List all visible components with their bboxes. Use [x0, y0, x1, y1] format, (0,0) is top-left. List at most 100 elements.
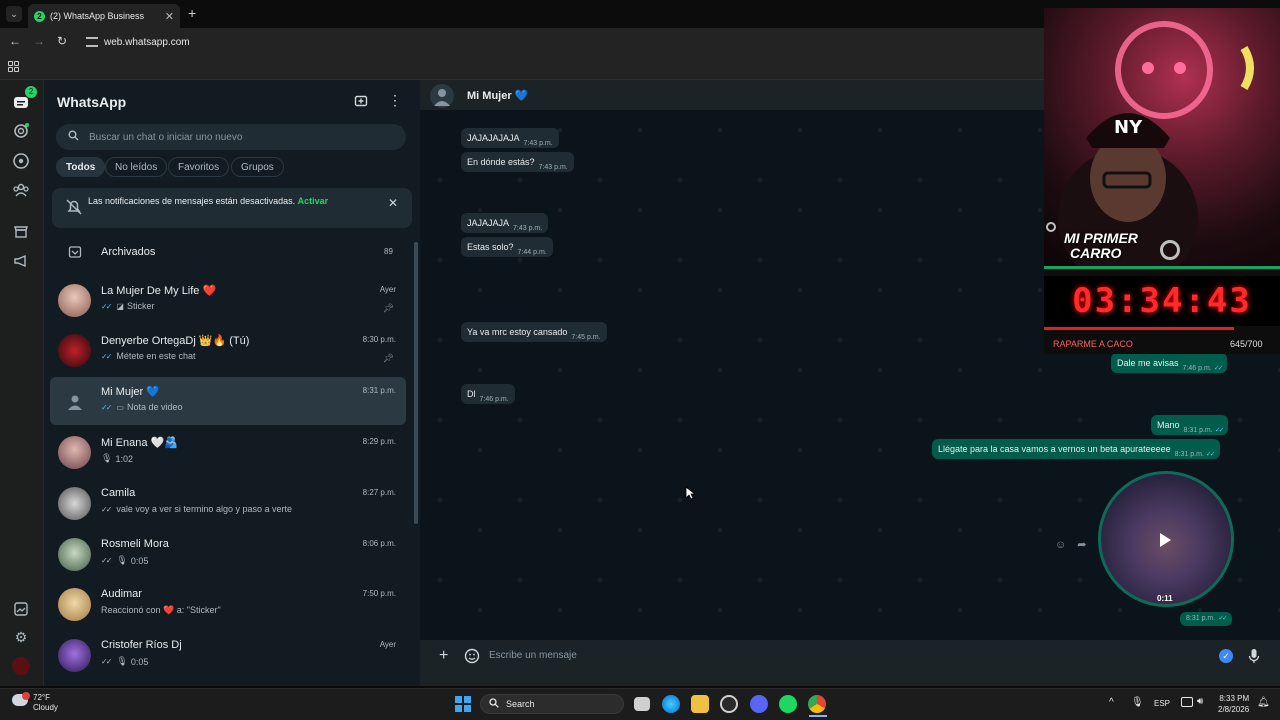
emoji-react-icon[interactable]: ☺ [1055, 539, 1066, 551]
new-chat-icon[interactable] [354, 94, 368, 113]
message-incoming[interactable]: Dl7:46 p.m. [461, 384, 515, 404]
chat-time: 7:50 p.m. [362, 589, 396, 598]
chat-row[interactable]: Denyerbe OrtegaDj 👑🔥 (Tú) ✓✓ Métete en es… [50, 326, 406, 374]
message-incoming[interactable]: JAJAJAJA7:43 p.m. [461, 213, 549, 233]
archived-count: 89 [384, 247, 393, 256]
message-actions: ☺ ➦ [1055, 538, 1087, 551]
tab-title: (2) WhatsApp Business [50, 11, 145, 21]
play-icon[interactable] [1160, 533, 1171, 547]
back-icon[interactable]: ← [9, 34, 21, 48]
network-icon[interactable] [1181, 697, 1193, 707]
task-view-icon[interactable] [634, 697, 650, 711]
close-banner-icon[interactable]: ✕ [388, 196, 398, 210]
catalog-store-icon[interactable] [12, 222, 30, 240]
attach-plus-icon[interactable]: + [439, 647, 448, 665]
site-info-icon[interactable] [86, 37, 98, 47]
system-clock[interactable]: 8:33 PM 2/8/2026 [1218, 693, 1249, 715]
chat-row[interactable]: Mi Enana 🤍🫂 🎙︎ 1:02 8:29 p.m. [50, 428, 406, 476]
message-time: 7:46 p.m. [1182, 365, 1212, 372]
apps-grid-icon[interactable] [8, 61, 19, 72]
filter-grupos[interactable]: Grupos [231, 157, 284, 177]
video-note-time: 8:31 p.m. ✓✓ [1180, 612, 1232, 626]
input-language[interactable]: ESP [1154, 699, 1170, 708]
taskbar-search[interactable]: Search [480, 694, 624, 714]
close-tab-icon[interactable]: ✕ [165, 10, 174, 23]
notifications-text: Las notificaciones de mensajes están des… [88, 196, 328, 206]
chat-name: Rosmeli Mora [101, 538, 169, 550]
new-tab-button[interactable]: + [188, 6, 196, 20]
message-incoming[interactable]: En dónde estás?7:43 p.m. [461, 152, 574, 172]
mic-icon: 🎙︎ [116, 555, 128, 565]
contact-avatar[interactable] [430, 84, 454, 108]
weather-widget[interactable]: 72°F Cloudy [33, 693, 58, 713]
media-gallery-icon[interactable] [12, 600, 30, 618]
chat-row[interactable]: La Mujer De My Life ❤️ ✓✓ ◪ Sticker Ayer 📌… [50, 276, 406, 324]
chat-preview-text: Reaccionó con ❤️ a: "Sticker" [101, 605, 221, 615]
discord-icon[interactable] [750, 695, 768, 713]
browser-tab[interactable]: 2 (2) WhatsApp Business ✕ [28, 4, 180, 28]
mouse-cursor [685, 486, 697, 505]
forward-icon[interactable]: ➦ [1077, 539, 1086, 551]
chat-preview-text: vale voy a ver si termino algo y paso a … [116, 504, 292, 514]
chat-row[interactable]: Audimar Reaccionó con ❤️ a: "Sticker" 7:… [50, 580, 406, 628]
video-icon: ▭ [116, 402, 124, 412]
video-note-duration: 0:11 [1157, 594, 1173, 603]
search-icon [489, 698, 499, 710]
read-ticks-icon: ✓✓ [101, 402, 112, 412]
chat-list-scrollbar[interactable] [414, 242, 418, 524]
broadcast-megaphone-icon[interactable] [12, 252, 30, 270]
svg-text:NY: NY [1114, 117, 1143, 138]
message-time: 8:31 p.m. [1183, 427, 1213, 434]
chat-list-panel: WhatsApp ⋮ Buscar un chat o iniciar uno … [44, 80, 420, 686]
chat-row[interactable]: Camila ✓✓ vale voy a ver si termino algo … [50, 479, 406, 527]
forward-icon[interactable]: → [33, 34, 45, 48]
avatar [58, 284, 91, 317]
chat-time: Ayer [379, 640, 396, 649]
status-icon[interactable] [12, 122, 30, 140]
chat-row[interactable]: Rosmeli Mora ✓✓ 🎙︎ 0:05 8:06 p.m. [50, 530, 406, 578]
chat-row-selected[interactable]: Mi Mujer 💙 ✓✓ ▭ Nota de video 8:31 p.m. [50, 377, 406, 425]
reload-icon[interactable]: ↻ [57, 34, 67, 48]
windows-start-icon[interactable] [455, 696, 471, 712]
message-incoming[interactable]: Estas solo?7:44 p.m. [461, 237, 553, 257]
grammar-check-icon[interactable]: ✓ [1219, 649, 1233, 663]
filter-favoritos[interactable]: Favoritos [168, 157, 230, 177]
file-explorer-icon[interactable] [691, 695, 709, 713]
address-bar[interactable]: web.whatsapp.com [80, 33, 1040, 51]
volume-icon[interactable]: 🔊︎ [1197, 696, 1203, 707]
contact-name[interactable]: Mi Mujer 💙 [467, 89, 528, 102]
archived-row[interactable]: Archivados 89 [52, 236, 412, 268]
notification-bell-icon[interactable]: 🔔︎ [1257, 697, 1270, 708]
message-outgoing[interactable]: Mano8:31 p.m. ✓✓ [1151, 415, 1229, 435]
profile-avatar[interactable] [12, 657, 30, 675]
taskbar-search-label: Search [506, 699, 535, 709]
spotify-icon[interactable] [779, 695, 797, 713]
tray-chevron-icon[interactable]: ^ [1109, 697, 1114, 708]
settings-gear-icon[interactable]: ⚙ [12, 628, 30, 646]
message-outgoing[interactable]: Llégate para la casa vamos a vernos un b… [932, 439, 1220, 459]
search-placeholder: Buscar un chat o iniciar uno nuevo [89, 131, 243, 143]
message-incoming[interactable]: Ya va mrc estoy cansado7:45 p.m. [461, 322, 607, 342]
search-input[interactable]: Buscar un chat o iniciar uno nuevo [56, 124, 406, 150]
message-input[interactable]: Escribe un mensaje [489, 650, 577, 661]
chrome-icon[interactable] [808, 695, 826, 713]
message-outgoing[interactable]: Dale me avisas7:46 p.m. ✓✓ [1111, 353, 1228, 373]
microphone-icon[interactable] [1248, 648, 1260, 669]
filter-no-leidos[interactable]: No leídos [105, 157, 168, 177]
communities-icon[interactable] [12, 181, 30, 199]
chat-row[interactable]: Cristofer Ríos Dj ✓✓ 🎙︎ 0:05 Ayer [50, 631, 406, 679]
chat-preview-text: 0:05 [130, 656, 149, 667]
message-incoming[interactable]: JAJAJAJAJA7:43 p.m. [461, 128, 559, 148]
channels-icon[interactable] [12, 152, 30, 170]
github-icon[interactable] [720, 695, 738, 713]
activar-link[interactable]: Activar [298, 196, 329, 206]
menu-icon[interactable]: ⋮ [388, 92, 402, 109]
overlay-title: MI PRIMER CARRO [1064, 231, 1138, 261]
filter-todos[interactable]: Todos [56, 157, 106, 177]
tray-mic-icon[interactable]: 🎙︎ [1131, 697, 1144, 708]
emoji-icon[interactable] [464, 648, 480, 669]
avatar [58, 588, 91, 621]
edge-browser-icon[interactable] [662, 695, 680, 713]
message-time: 7:43 p.m. [538, 164, 568, 171]
tab-search-button[interactable]: ⌄ [6, 6, 22, 22]
